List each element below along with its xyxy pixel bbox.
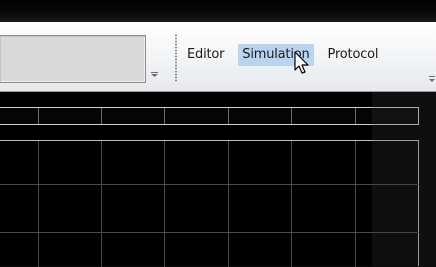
header-tick bbox=[355, 108, 356, 124]
grid-line bbox=[101, 141, 102, 267]
grid-line bbox=[0, 184, 419, 185]
grid-line bbox=[38, 141, 39, 267]
grid-line bbox=[291, 141, 292, 267]
header-tick bbox=[228, 108, 229, 124]
header-tick bbox=[164, 108, 165, 124]
toolbar: Editor Simulation Protocol bbox=[0, 22, 436, 92]
simulation-grid[interactable] bbox=[0, 140, 419, 267]
panel-shade bbox=[372, 92, 436, 266]
window-titlebar bbox=[0, 0, 436, 22]
timeline-header[interactable] bbox=[0, 107, 419, 125]
header-tick bbox=[101, 108, 102, 124]
combo-dropdown-button[interactable] bbox=[147, 34, 163, 83]
menu-bar: Editor Simulation Protocol bbox=[183, 44, 382, 66]
menu-item-editor[interactable]: Editor bbox=[183, 44, 228, 66]
toolbar-grip-icon[interactable] bbox=[175, 34, 177, 82]
grid-line bbox=[355, 141, 356, 267]
combo-box-field[interactable] bbox=[0, 35, 146, 83]
grid-line bbox=[164, 141, 165, 267]
header-tick bbox=[38, 108, 39, 124]
grid-line bbox=[0, 232, 419, 233]
hand-pointer-icon bbox=[294, 51, 309, 74]
grid-line bbox=[228, 141, 229, 267]
chevron-down-icon bbox=[151, 72, 158, 77]
menu-item-protocol[interactable]: Protocol bbox=[324, 44, 383, 66]
header-tick bbox=[291, 108, 292, 124]
